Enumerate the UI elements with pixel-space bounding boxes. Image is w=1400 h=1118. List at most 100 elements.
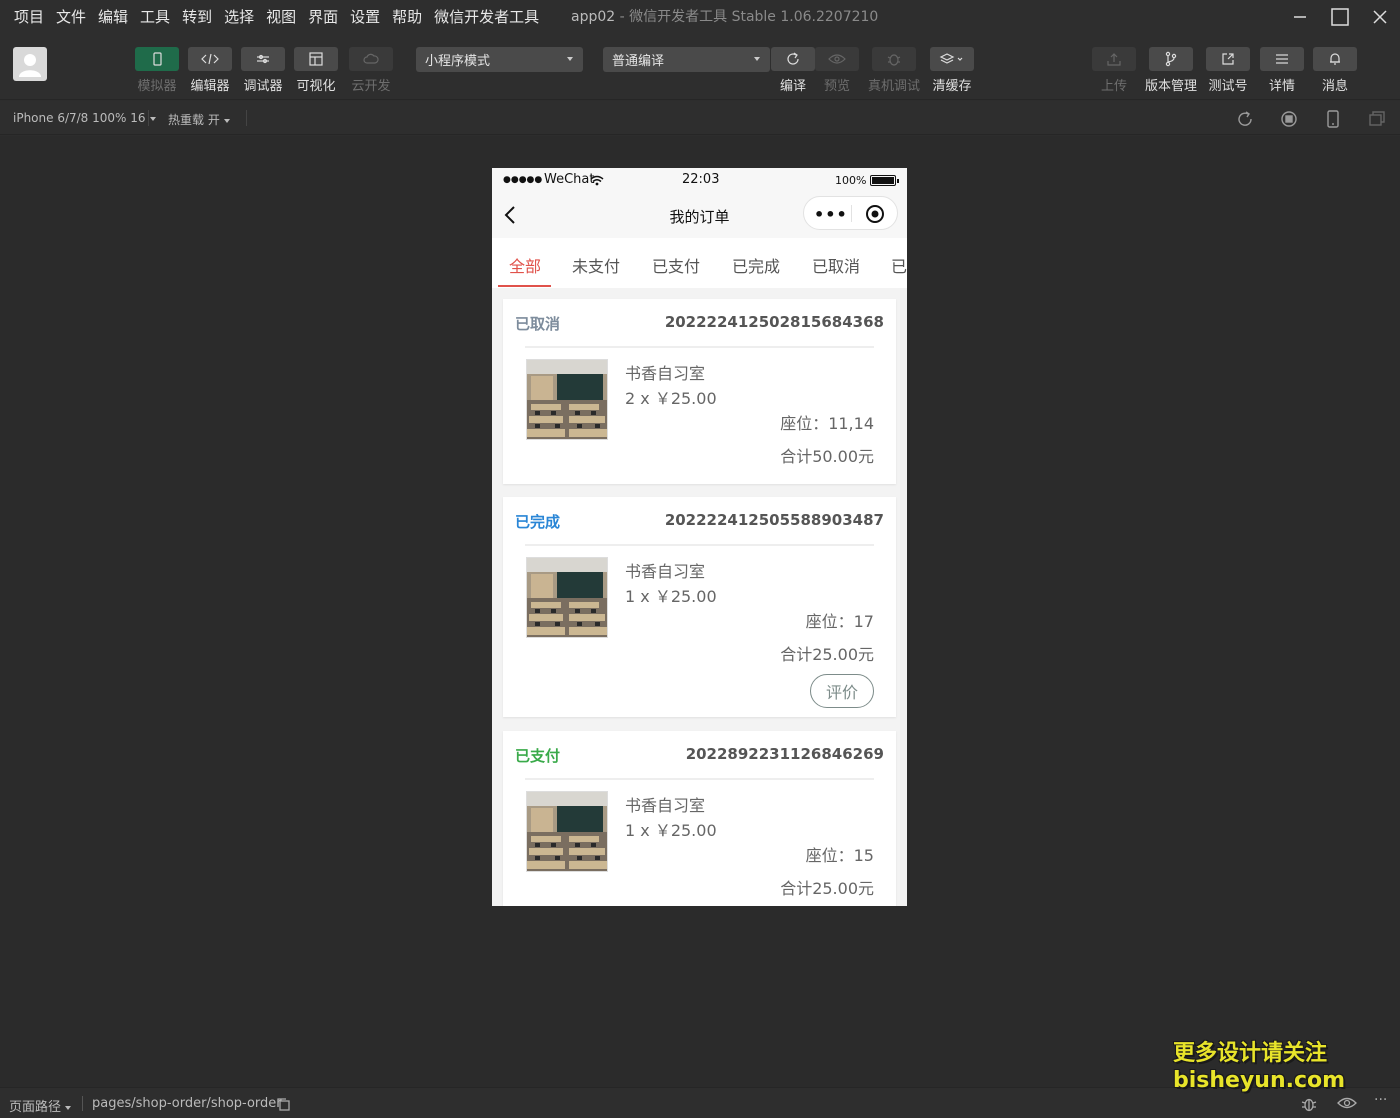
capsule-divider bbox=[851, 205, 852, 222]
more-button[interactable]: ••• bbox=[814, 205, 848, 224]
battery-icon bbox=[870, 175, 899, 186]
menu-edit[interactable]: 编辑 bbox=[92, 0, 134, 34]
title-bar: 项目 文件 编辑 工具 转到 选择 视图 界面 设置 帮助 微信开发者工具 ap… bbox=[0, 0, 1400, 34]
tab-more[interactable]: 已 bbox=[891, 253, 907, 277]
tab-cancelled[interactable]: 已取消 bbox=[812, 253, 860, 277]
details-button[interactable] bbox=[1260, 47, 1304, 71]
cloud-icon bbox=[363, 53, 379, 64]
product-name: 书香自习室 bbox=[625, 562, 706, 581]
maximize-button[interactable] bbox=[1320, 0, 1360, 34]
close-button[interactable] bbox=[1360, 0, 1400, 34]
test-account-button[interactable] bbox=[1206, 47, 1250, 71]
phone-icon bbox=[1327, 110, 1339, 128]
page-path-label: 页面路径 bbox=[9, 1100, 62, 1115]
capsule-menu: ••• bbox=[803, 196, 898, 230]
more-options-icon[interactable]: ··· bbox=[1374, 1092, 1387, 1108]
menu-settings[interactable]: 设置 bbox=[344, 0, 386, 34]
version-button[interactable] bbox=[1149, 47, 1193, 71]
cloud-button[interactable] bbox=[349, 47, 393, 71]
rotate-button[interactable] bbox=[1236, 110, 1254, 128]
preview-toggle[interactable] bbox=[1337, 1095, 1357, 1115]
visual-button[interactable] bbox=[294, 47, 338, 71]
signal-icon: ●●●●● bbox=[503, 175, 543, 185]
record-button[interactable] bbox=[1280, 110, 1298, 128]
divider bbox=[148, 110, 149, 126]
visual-label: 可视化 bbox=[296, 79, 336, 94]
menu-interface[interactable]: 界面 bbox=[302, 0, 344, 34]
order-card[interactable]: 已完成 20222241250558890348​7 书香自习室 1 x ￥25… bbox=[503, 497, 896, 717]
review-button[interactable]: 评价 bbox=[810, 674, 874, 708]
toolbar: 模拟器 编辑器 调试器 可视化 云开发 小程序模式 普通编译 编译 预览 真机调… bbox=[0, 34, 1400, 100]
cloud-tool[interactable]: 云开发 bbox=[349, 47, 393, 94]
editor-tool[interactable]: 编辑器 bbox=[188, 47, 232, 94]
order-total: 合计25.00元 bbox=[780, 645, 874, 664]
menu-help[interactable]: 帮助 bbox=[386, 0, 428, 34]
device-select[interactable]: iPhone 6/7/8 100% 16 bbox=[13, 111, 156, 125]
status-time: 22:03 bbox=[682, 172, 720, 187]
divider bbox=[246, 110, 247, 126]
watermark-line2: bisheyun.com bbox=[1173, 1068, 1346, 1093]
menu-file[interactable]: 文件 bbox=[50, 0, 92, 34]
order-total: 合计50.00元 bbox=[780, 447, 874, 466]
menu-tools[interactable]: 工具 bbox=[134, 0, 176, 34]
device-frame-button[interactable] bbox=[1324, 110, 1342, 128]
classroom-photo bbox=[527, 360, 607, 439]
clear-cache-button[interactable] bbox=[930, 47, 974, 71]
order-card[interactable]: 已支付 202289223112684626​9 书香自习室 1 x ￥25.0… bbox=[503, 731, 896, 906]
close-miniprogram-button[interactable] bbox=[865, 204, 885, 228]
compile-button[interactable] bbox=[771, 47, 815, 71]
version-tool[interactable]: 版本管理 bbox=[1145, 47, 1197, 94]
messages-tool[interactable]: 消息 bbox=[1313, 47, 1357, 94]
debugger-tool[interactable]: 调试器 bbox=[241, 47, 285, 94]
clear-cache-tool[interactable]: 清缓存 bbox=[930, 47, 974, 94]
menu-wechat-devtools[interactable]: 微信开发者工具 bbox=[428, 0, 545, 34]
editor-button[interactable] bbox=[188, 47, 232, 71]
copy-path-button[interactable] bbox=[276, 1097, 290, 1115]
avatar[interactable] bbox=[13, 47, 47, 81]
simulator-button[interactable] bbox=[135, 47, 179, 71]
test-account-tool[interactable]: 测试号 bbox=[1206, 47, 1250, 94]
detach-button[interactable] bbox=[1368, 110, 1386, 128]
page-path-select[interactable]: 页面路径 bbox=[9, 1096, 72, 1115]
real-debug-button[interactable] bbox=[872, 47, 916, 71]
menu-goto[interactable]: 转到 bbox=[176, 0, 218, 34]
tab-paid[interactable]: 已支付 bbox=[652, 253, 700, 277]
menu-bar: 项目 文件 编辑 工具 转到 选择 视图 界面 设置 帮助 微信开发者工具 bbox=[0, 0, 545, 34]
code-icon bbox=[201, 53, 219, 65]
hot-reload-value: 热重载 开 bbox=[168, 113, 220, 127]
order-status: 已取消 bbox=[515, 315, 561, 333]
product-image bbox=[526, 791, 608, 872]
messages-button[interactable] bbox=[1313, 47, 1357, 71]
menu-project[interactable]: 项目 bbox=[8, 0, 50, 34]
tab-unpaid[interactable]: 未支付 bbox=[572, 253, 620, 277]
minimize-button[interactable] bbox=[1280, 0, 1320, 34]
debug-button[interactable] bbox=[1300, 1095, 1318, 1117]
compile-label: 编译 bbox=[779, 79, 806, 94]
chevron-down-icon bbox=[754, 57, 760, 61]
divider bbox=[525, 346, 874, 348]
classroom-photo bbox=[527, 558, 607, 637]
menu-view[interactable]: 视图 bbox=[260, 0, 302, 34]
real-debug-tool[interactable]: 真机调试 bbox=[868, 47, 920, 94]
tab-completed[interactable]: 已完成 bbox=[732, 253, 780, 277]
bell-icon bbox=[1330, 53, 1340, 65]
mode-select[interactable]: 小程序模式 bbox=[416, 47, 583, 72]
mode-select-value: 小程序模式 bbox=[425, 54, 491, 69]
simulator-tool[interactable]: 模拟器 bbox=[135, 47, 179, 94]
real-debug-label: 真机调试 bbox=[868, 79, 921, 94]
details-tool[interactable]: 详情 bbox=[1260, 47, 1304, 94]
hot-reload-toggle[interactable]: 热重载 开 bbox=[168, 111, 230, 128]
upload-tool[interactable]: 上传 bbox=[1092, 47, 1136, 94]
visual-tool[interactable]: 可视化 bbox=[294, 47, 338, 94]
page-nav-bar: 我的订单 ••• bbox=[492, 192, 907, 238]
preview-tool[interactable]: 预览 bbox=[815, 47, 859, 94]
preview-button[interactable] bbox=[815, 47, 859, 71]
menu-select[interactable]: 选择 bbox=[218, 0, 260, 34]
order-card[interactable]: 已取消 20222241250281568436​8 书香自习室 2 x ￥25… bbox=[503, 299, 896, 484]
upload-button[interactable] bbox=[1092, 47, 1136, 71]
compile-tool[interactable]: 编译 bbox=[771, 47, 815, 94]
compile-select[interactable]: 普通编译 bbox=[603, 47, 770, 72]
seat-info: 座位：17 bbox=[805, 612, 874, 631]
tab-all[interactable]: 全部 bbox=[509, 253, 541, 277]
debugger-button[interactable] bbox=[241, 47, 285, 71]
